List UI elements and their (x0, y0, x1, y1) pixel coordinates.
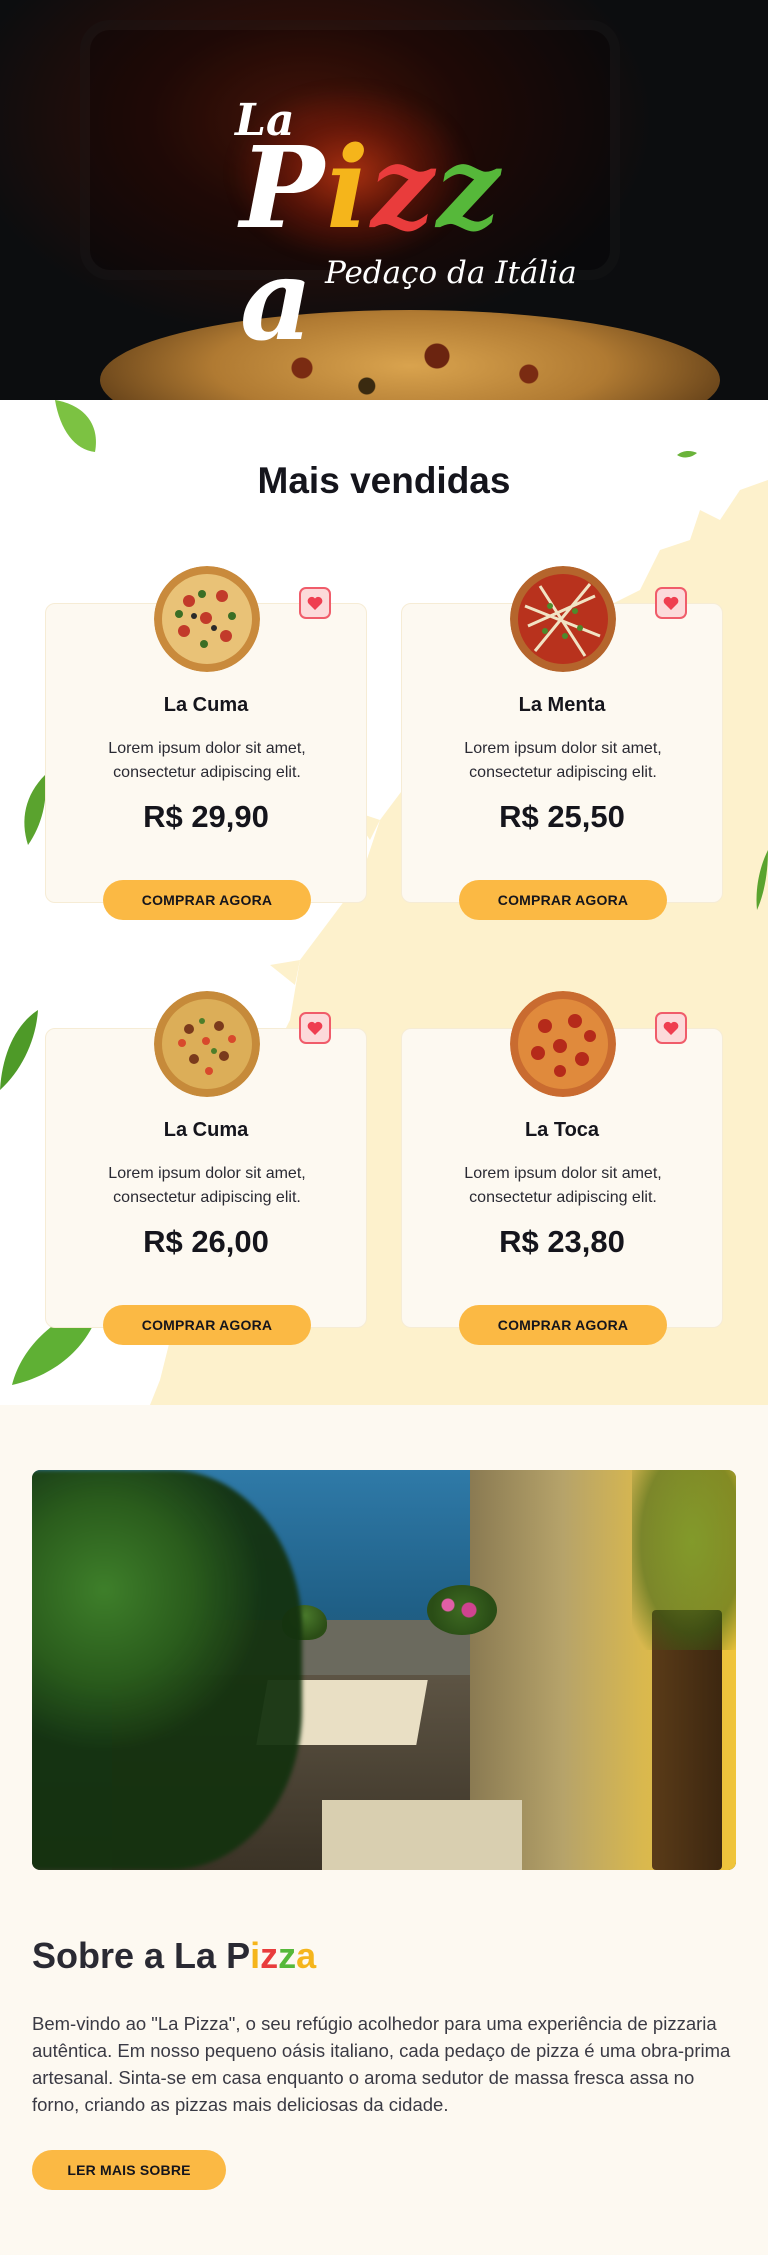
leaf-decoration (0, 1010, 38, 1090)
product-card: La Cuma Lorem ipsum dolor sit amet, cons… (45, 566, 367, 920)
product-price: R$ 29,90 (143, 799, 269, 834)
leaf-decoration (55, 400, 96, 452)
logo-letter: z (436, 123, 502, 254)
product-name: La Menta (518, 694, 606, 716)
product-price: R$ 25,50 (499, 799, 625, 834)
brand-logo[interactable]: La Pizza Pedaço da Itália (230, 95, 577, 357)
leaf-decoration (756, 850, 768, 910)
about-title-letter: z (278, 1935, 297, 1976)
product-card: La Toca Lorem ipsum dolor sit amet, cons… (401, 991, 723, 1345)
about-description: Bem-vindo ao "La Pizza", o seu refúgio a… (32, 2013, 731, 2115)
buy-now-button[interactable]: COMPRAR AGORA (459, 1305, 667, 1345)
hero-banner: La Pizza Pedaço da Itália (0, 0, 768, 400)
best-sellers-section: Mais vendidas La Cuma Lorem ipsum dolor … (0, 400, 768, 1405)
about-title-letter: z (260, 1935, 279, 1976)
buy-now-button[interactable]: COMPRAR AGORA (103, 880, 311, 920)
restaurant-terrace-image (32, 1470, 736, 1870)
product-description: Lorem ipsum dolor sit amet, consectetur … (108, 740, 306, 781)
about-section: Sobre a La Pizza Bem-vindo ao "La Pizza"… (0, 1405, 768, 2255)
product-name: La Cuma (163, 694, 249, 716)
about-title: Sobre a La Pizza (32, 1935, 316, 1977)
logo-tagline: Pedaço da Itália (325, 255, 577, 291)
logo-letter: i (326, 123, 371, 254)
logo-word: Pizza (240, 133, 550, 357)
pizza-image (154, 991, 260, 1097)
heart-icon (307, 596, 323, 610)
product-card: La Menta Lorem ipsum dolor sit amet, con… (401, 566, 723, 920)
about-title-letter: a (296, 1935, 317, 1976)
buy-now-button[interactable]: COMPRAR AGORA (103, 1305, 311, 1345)
about-title-letter: i (250, 1935, 261, 1976)
leaf-decoration (24, 775, 46, 845)
about-title-letter: P (226, 1935, 251, 1976)
favorite-button[interactable] (655, 1012, 687, 1044)
favorite-button[interactable] (655, 587, 687, 619)
pizza-image (154, 566, 260, 672)
about-title-prefix: Sobre a La (32, 1935, 227, 1976)
favorite-button[interactable] (299, 1012, 331, 1044)
product-name: La Cuma (163, 1119, 249, 1141)
heart-icon (307, 1021, 323, 1035)
favorite-button[interactable] (299, 587, 331, 619)
logo-letter: z (370, 123, 437, 254)
product-description: Lorem ipsum dolor sit amet, consectetur … (464, 740, 662, 781)
logo-letter: P (240, 123, 327, 254)
pizza-image (510, 991, 616, 1097)
product-price: R$ 26,00 (143, 1224, 269, 1259)
buy-now-button[interactable]: COMPRAR AGORA (459, 880, 667, 920)
logo-letter: a (240, 235, 315, 366)
product-description: Lorem ipsum dolor sit amet, consectetur … (108, 1165, 306, 1206)
product-description: Lorem ipsum dolor sit amet, consectetur … (464, 1165, 662, 1206)
heart-icon (663, 596, 679, 610)
pizza-image (510, 566, 616, 672)
read-more-button[interactable]: LER MAIS SOBRE (32, 2150, 226, 2190)
product-name: La Toca (524, 1119, 600, 1141)
heart-icon (663, 1021, 679, 1035)
product-price: R$ 23,80 (499, 1224, 625, 1259)
product-card: La Cuma Lorem ipsum dolor sit amet, cons… (45, 991, 367, 1345)
section-title: Mais vendidas (257, 460, 511, 501)
leaf-decoration (677, 450, 697, 458)
